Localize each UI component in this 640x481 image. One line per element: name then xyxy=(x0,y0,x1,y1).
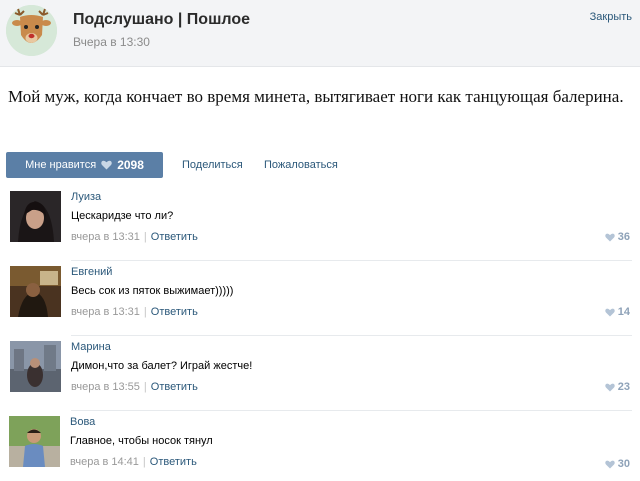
comment-time: вчера в 14:41 xyxy=(70,456,139,468)
comment-text: Цескаридзе что ли? xyxy=(71,210,174,222)
comment-like-button[interactable]: 36 xyxy=(605,231,630,243)
comment-author[interactable]: Вова xyxy=(70,416,95,428)
like-count: 2098 xyxy=(117,158,144,172)
divider xyxy=(71,410,632,411)
reply-link[interactable]: Ответить xyxy=(150,456,197,468)
comment-text: Димон,что за балет? Играй жестче! xyxy=(71,360,253,372)
comment-text: Весь сок из пяток выжимает))))) xyxy=(71,285,234,297)
comment-item: Марина Димон,что за балет? Играй жестче!… xyxy=(0,337,640,411)
comment-meta: вчера в 13:31 | Ответить xyxy=(71,306,198,318)
comment-author[interactable]: Евгений xyxy=(71,266,112,278)
comment-time: вчера в 13:31 xyxy=(71,306,140,318)
close-button[interactable]: Закрыть xyxy=(590,11,632,23)
share-link[interactable]: Поделиться xyxy=(182,159,243,171)
avatar[interactable] xyxy=(10,341,61,392)
heart-icon xyxy=(605,383,615,392)
comment-time: вчера в 13:55 xyxy=(71,381,140,393)
comment-like-count: 23 xyxy=(617,381,630,393)
comment-author[interactable]: Марина xyxy=(71,341,111,353)
report-link[interactable]: Пожаловаться xyxy=(264,159,338,171)
group-name[interactable]: Подслушано | Пошлое xyxy=(73,11,250,29)
group-avatar[interactable] xyxy=(6,5,57,56)
reply-link[interactable]: Ответить xyxy=(151,231,198,243)
comment-text: Главное, чтобы носок тянул xyxy=(70,435,213,447)
heart-icon xyxy=(101,160,112,170)
heart-icon xyxy=(605,308,615,317)
comment-like-count: 14 xyxy=(617,306,630,318)
comment-author[interactable]: Луиза xyxy=(71,191,101,203)
comment-like-count: 36 xyxy=(617,231,630,243)
heart-icon xyxy=(605,233,615,242)
comment-time: вчера в 13:31 xyxy=(71,231,140,243)
deer-logo-icon xyxy=(6,5,57,56)
comment-item: Евгений Весь сок из пяток выжимает))))) … xyxy=(0,262,640,336)
comment-item: Луиза Цескаридзе что ли? вчера в 13:31 | О… xyxy=(0,187,640,261)
like-label: Мне нравится xyxy=(25,159,97,171)
avatar[interactable] xyxy=(9,416,60,467)
comment-meta: вчера в 13:31 | Ответить xyxy=(71,231,198,243)
heart-icon xyxy=(605,460,615,469)
comment-meta: вчера в 14:41 | Ответить xyxy=(70,456,197,468)
comment-item: Вова Главное, чтобы носок тянул вчера в … xyxy=(0,412,640,481)
post-text: Мой муж, когда кончает во время минета, … xyxy=(8,87,624,106)
post-time: Вчера в 13:30 xyxy=(73,35,150,49)
comment-like-button[interactable]: 14 xyxy=(605,306,630,318)
avatar[interactable] xyxy=(10,266,61,317)
divider xyxy=(71,335,632,336)
comment-like-button[interactable]: 30 xyxy=(605,458,630,470)
comment-like-button[interactable]: 23 xyxy=(605,381,630,393)
comment-like-count: 30 xyxy=(617,458,630,470)
divider xyxy=(71,260,632,261)
reply-link[interactable]: Ответить xyxy=(151,306,198,318)
avatar[interactable] xyxy=(10,191,61,242)
post-header: Подслушано | Пошлое Вчера в 13:30 Закрыт… xyxy=(0,0,640,67)
like-button[interactable]: Мне нравится 2098 xyxy=(6,152,163,178)
reply-link[interactable]: Ответить xyxy=(151,381,198,393)
comment-meta: вчера в 13:55 | Ответить xyxy=(71,381,198,393)
